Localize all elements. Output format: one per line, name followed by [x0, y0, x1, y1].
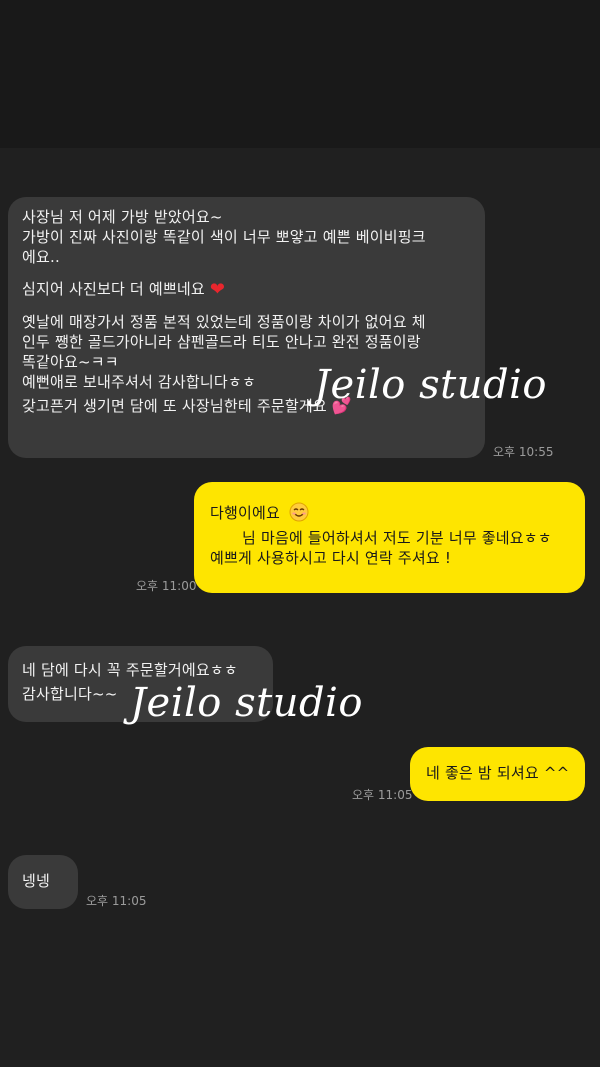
- message-text: 갖고픈거 생기면 담에 또 사장님한테 주문할게요: [22, 397, 327, 415]
- message-text: 다행이에요: [210, 504, 281, 522]
- message-line: 다행이에요: [210, 502, 571, 523]
- timestamp: 오후 11:05: [352, 788, 413, 802]
- timestamp: 오후 11:05: [86, 894, 147, 908]
- message-line: 사장님 저 어제 가방 받았어요~: [22, 208, 223, 226]
- message-line: 네 좋은 밤 되셔요 ^^: [426, 764, 570, 782]
- message-line: 심지어 사진보다 더 예쁘네요 ❤: [22, 279, 471, 300]
- message-bubble-incoming[interactable]: 넹넹: [8, 855, 78, 909]
- message-line: 예쁘게 사용하시고 다시 연락 주셔요 !: [210, 549, 452, 567]
- message-line: 네 담에 다시 꼭 주문할거에요ㅎㅎ: [22, 661, 238, 679]
- watermark-text: Jeilo studio: [130, 680, 363, 726]
- message-line: 에요..: [22, 248, 60, 266]
- smiling-face-icon: [289, 502, 309, 522]
- message-line: 넹넹: [22, 872, 51, 890]
- message-bubble-outgoing[interactable]: 네 좋은 밤 되셔요 ^^: [410, 747, 585, 801]
- timestamp: 오후 11:00: [136, 579, 197, 593]
- red-heart-icon: ❤: [209, 279, 226, 300]
- message-bubble-outgoing[interactable]: 다행이에요 님 마음에 들어하셔서 저도 기분 너무 좋네요ㅎㅎ 예쁘게 사용하…: [194, 482, 585, 593]
- message-line: 가방이 진짜 사진이랑 똑같이 색이 너무 뽀얗고 예쁜 베이비핑크: [22, 228, 426, 246]
- message-line: 님 마음에 들어하셔서 저도 기분 너무 좋네요ㅎㅎ: [242, 529, 552, 547]
- message-line: 인두 쨍한 골드가아니라 샴펜골드라 티도 안나고 완전 정품이랑: [22, 333, 421, 351]
- timestamp: 오후 10:55: [493, 445, 554, 459]
- message-line: 옛날에 매장가서 정품 본적 있었는데 정품이랑 차이가 없어요 체: [22, 313, 426, 331]
- watermark-text: Jeilo studio: [314, 362, 547, 408]
- message-text: 심지어 사진보다 더 예쁘네요: [22, 280, 205, 298]
- top-bar: [0, 0, 600, 148]
- message-bubble-incoming[interactable]: 사장님 저 어제 가방 받았어요~ 가방이 진짜 사진이랑 똑같이 색이 너무 …: [8, 197, 485, 458]
